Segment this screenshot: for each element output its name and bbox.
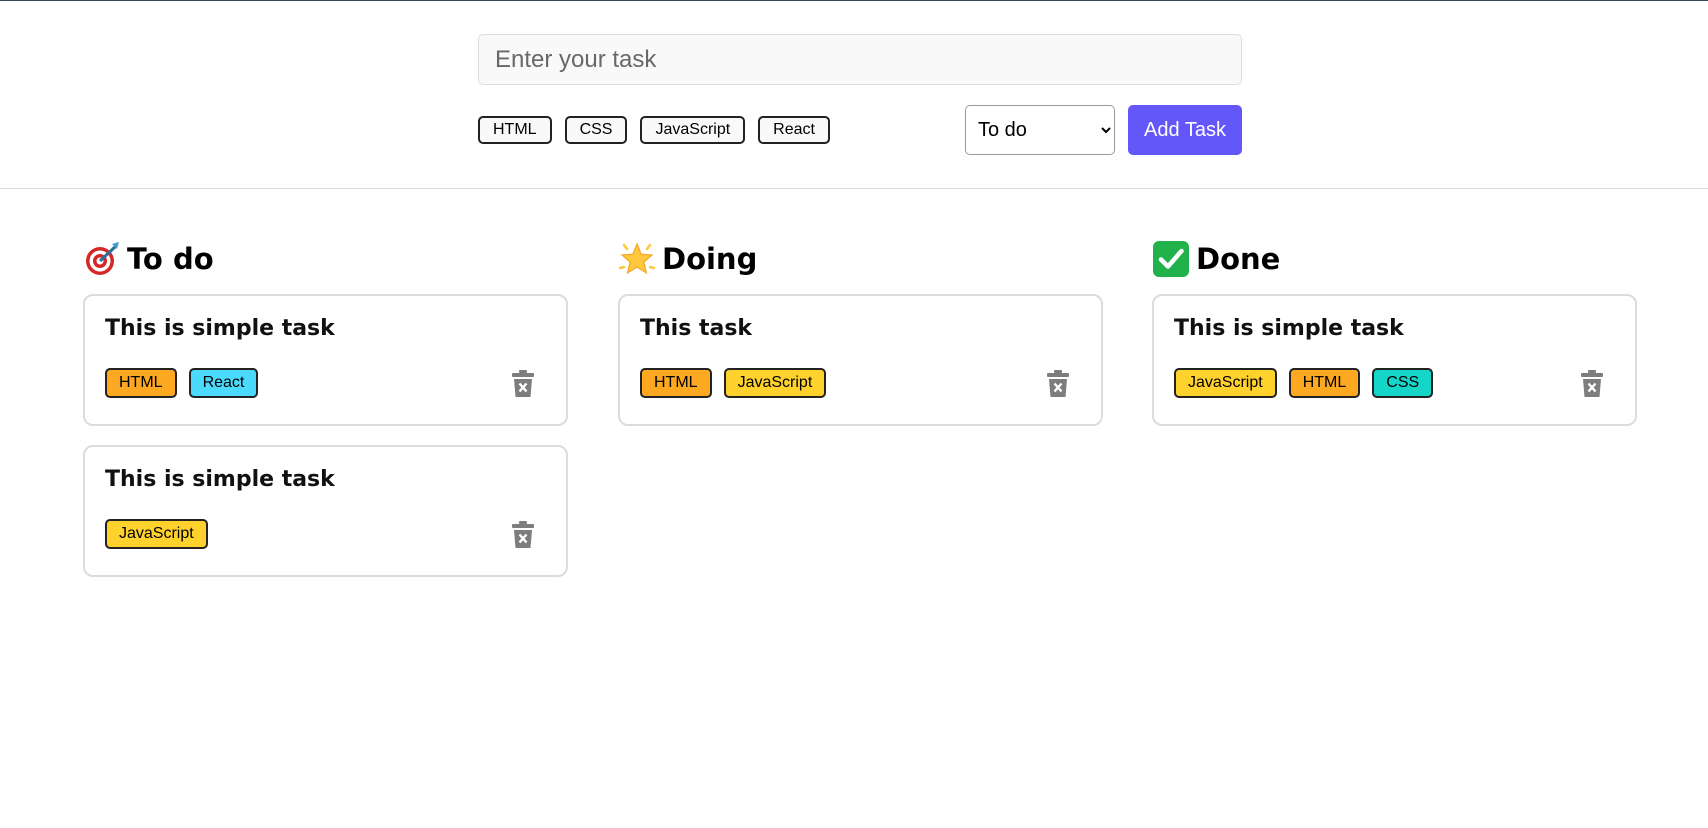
tag-chip: HTML (105, 368, 177, 398)
tag-chip: JavaScript (1174, 368, 1277, 398)
column-heading: To do (83, 239, 568, 279)
tag-picker: HTML CSS JavaScript React (478, 116, 830, 144)
tag-chip: JavaScript (105, 519, 208, 549)
task-card: This is simple task JavaScript HTML CSS (1152, 294, 1637, 426)
task-card: This is simple task JavaScript (83, 445, 568, 577)
task-tags: JavaScript HTML CSS (1174, 368, 1615, 398)
glowing-star-icon (618, 240, 656, 278)
tag-chip: JavaScript (723, 368, 827, 398)
task-tags: HTML JavaScript (640, 368, 1081, 398)
task-input[interactable] (478, 34, 1242, 85)
add-task-button[interactable]: Add Task (1128, 105, 1242, 155)
task-title: This task (640, 316, 753, 341)
column-todo: To do This is simple task HTML React Thi… (83, 239, 568, 577)
column-title: Done (1196, 242, 1281, 276)
status-select[interactable]: To do Doing Done (965, 105, 1115, 155)
tag-chip: HTML (640, 368, 712, 398)
task-form: HTML CSS JavaScript React To do Doing Do… (0, 1, 1708, 189)
column-heading: Doing (618, 239, 1103, 279)
tag-button-react[interactable]: React (758, 116, 830, 144)
tag-button-css[interactable]: CSS (564, 116, 628, 144)
task-card: This task HTML JavaScript (618, 294, 1103, 426)
tag-button-html[interactable]: HTML (478, 116, 552, 144)
tag-chip: React (188, 368, 259, 398)
task-title: This is simple task (105, 467, 335, 492)
column-doing: Doing This task HTML JavaScript (618, 239, 1103, 426)
task-tags: HTML React (105, 368, 546, 398)
check-mark-button-icon (1152, 240, 1190, 278)
tag-chip: HTML (1288, 368, 1361, 398)
column-title: Doing (662, 242, 758, 276)
task-title: This is simple task (105, 316, 335, 341)
trash-icon[interactable] (510, 521, 536, 551)
tag-chip: CSS (1372, 368, 1434, 398)
target-dart-icon (83, 240, 121, 278)
column-title: To do (127, 242, 214, 276)
trash-icon[interactable] (1579, 370, 1605, 400)
task-tags: JavaScript (105, 519, 546, 549)
column-done: Done This is simple task JavaScript HTML… (1152, 239, 1637, 426)
task-card: This is simple task HTML React (83, 294, 568, 426)
tag-button-javascript[interactable]: JavaScript (640, 116, 746, 144)
trash-icon[interactable] (510, 370, 536, 400)
column-heading: Done (1152, 239, 1637, 279)
trash-icon[interactable] (1045, 370, 1071, 400)
task-title: This is simple task (1174, 316, 1404, 341)
